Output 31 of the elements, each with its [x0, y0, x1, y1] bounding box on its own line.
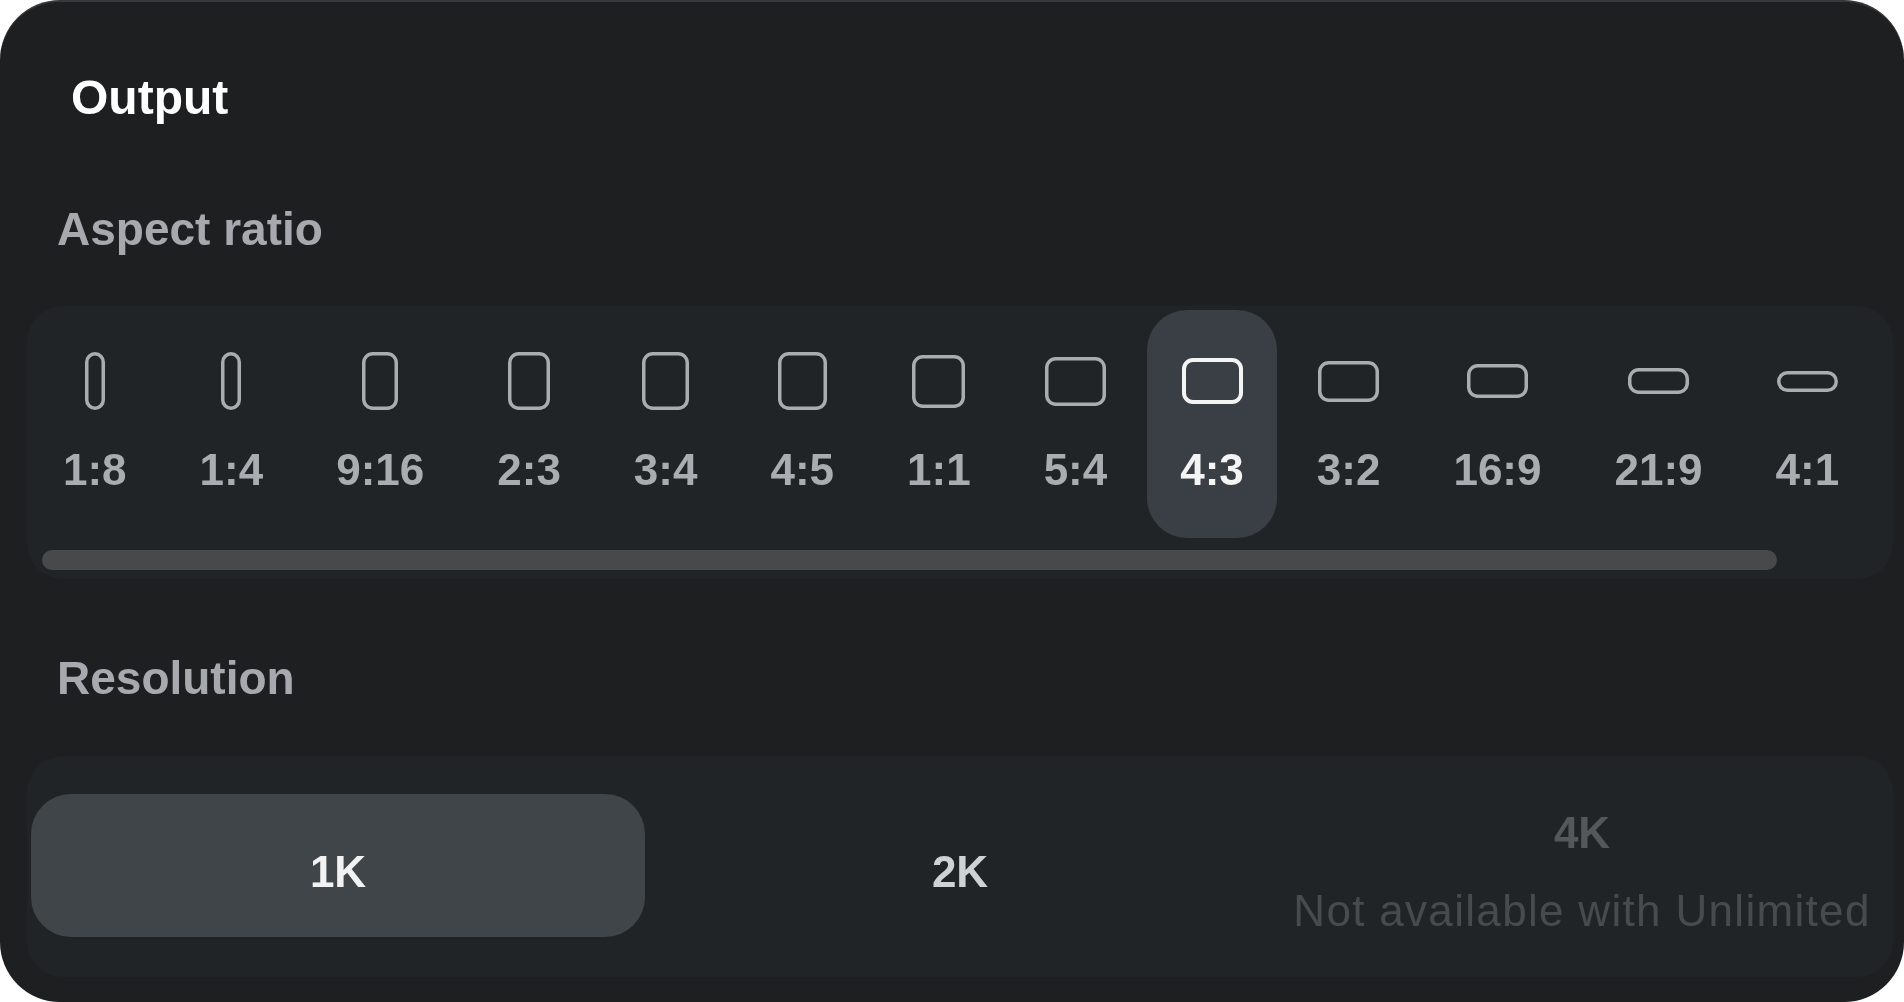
- rounded-rectangle-icon: [84, 352, 105, 410]
- rounded-rectangle-icon: [1181, 358, 1243, 404]
- aspect-ratio-option[interactable]: 4:5: [737, 310, 868, 538]
- aspect-ratio-option[interactable]: 2:3: [464, 310, 594, 538]
- rounded-rectangle-icon: [1318, 360, 1380, 402]
- rounded-rectangle-icon: [362, 352, 399, 410]
- aspect-ratio-option[interactable]: 4:1: [1742, 310, 1873, 538]
- aspect-ratio-option[interactable]: 4:3: [1147, 310, 1277, 538]
- rounded-rectangle-icon: [221, 352, 242, 410]
- aspect-ratio-option[interactable]: 3:4: [600, 310, 731, 538]
- rounded-rectangle-icon: [508, 352, 551, 410]
- rounded-rectangle-icon: [777, 352, 827, 410]
- section-label: Resolution: [57, 655, 295, 701]
- rounded-rectangle-icon: [1044, 356, 1106, 406]
- resolution-option[interactable]: 2K: [653, 794, 1267, 937]
- rounded-rectangle-icon: [1628, 368, 1690, 394]
- aspect-ratio-option[interactable]: 9:16: [303, 310, 458, 538]
- rounded-rectangle-icon: [912, 354, 966, 408]
- rounded-rectangle-icon: [642, 352, 690, 410]
- rounded-rectangle-icon: [1776, 370, 1838, 392]
- aspect-ratio-option[interactable]: 1:4: [166, 310, 297, 538]
- resolution-option[interactable]: 1K: [31, 794, 645, 937]
- aspect-ratio-option[interactable]: 3:2: [1283, 310, 1414, 538]
- rounded-rectangle-icon: [1466, 364, 1528, 398]
- aspect-ratio-option[interactable]: 16:9: [1420, 310, 1575, 538]
- scrollbar[interactable]: [42, 550, 1777, 570]
- aspect-ratio-option[interactable]: 21:9: [1581, 310, 1736, 538]
- aspect-ratio-option[interactable]: 1:1: [874, 310, 1004, 538]
- aspect-ratio-option[interactable]: 1:8: [30, 310, 160, 538]
- panel-title: Output: [71, 74, 229, 122]
- aspect-ratio-option[interactable]: 5:4: [1010, 310, 1141, 538]
